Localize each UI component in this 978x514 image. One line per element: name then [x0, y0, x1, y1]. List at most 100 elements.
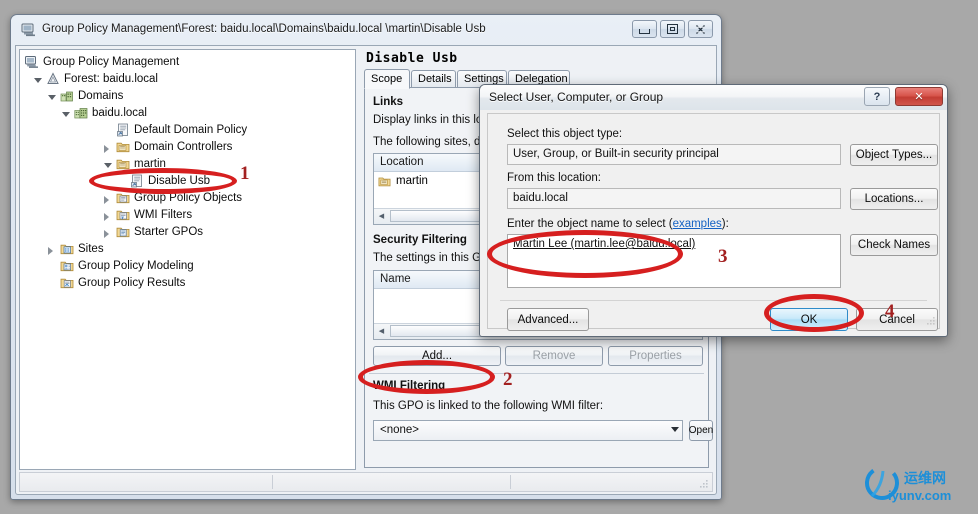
tree-item-label: Sites [78, 243, 104, 255]
wmi-filter-select[interactable]: <none> [373, 420, 683, 441]
tree-item-sites[interactable]: Sites [20, 241, 355, 258]
advanced-button[interactable]: Advanced... [507, 308, 589, 331]
tree-item-label: baidu.local [92, 107, 147, 119]
tree-item-label: Disable Usb [148, 175, 210, 187]
window-titlebar[interactable]: Group Policy Management\Forest: baidu.lo… [11, 15, 721, 44]
divider [500, 300, 927, 301]
status-segment [510, 475, 511, 489]
tree-item-label: Domains [78, 90, 124, 102]
dialog-title: Select User, Computer, or Group [489, 90, 664, 104]
tree-item-label: WMI Filters [134, 209, 193, 221]
tree-item-label: Group Policy Management [43, 56, 180, 68]
chevron-down-icon[interactable] [671, 427, 679, 432]
chevron-down-icon[interactable] [48, 95, 56, 100]
chevron-right-icon[interactable] [104, 213, 109, 221]
scroll-left-icon[interactable]: ◀ [374, 209, 389, 223]
watermark: 运维网 iyunv.com [862, 466, 970, 506]
tree-item-group-policy-management[interactable]: Group Policy Management [20, 54, 355, 71]
domains-icon [60, 89, 74, 103]
wmi-filtering-heading: WMI Filtering [373, 380, 446, 392]
tree-item-group-policy-results[interactable]: Group Policy Results [20, 275, 355, 292]
chevron-right-icon[interactable] [48, 247, 53, 255]
console-tree: Group Policy Management Forest: baidu.lo… [20, 50, 355, 292]
tree-item-group-policy-objects[interactable]: Group Policy Objects [20, 190, 355, 207]
ou-icon [116, 140, 130, 154]
check-names-button[interactable]: Check Names [850, 234, 938, 256]
object-types-button[interactable]: Object Types... [850, 144, 938, 166]
add-button[interactable]: Add... [373, 346, 501, 366]
close-icon[interactable]: ✕ [895, 87, 943, 106]
minimize-icon[interactable] [632, 20, 657, 38]
chevron-right-icon[interactable] [104, 230, 109, 238]
properties-button: Properties [608, 346, 703, 366]
ok-button[interactable]: OK [770, 308, 848, 331]
console-tree-pane[interactable]: Group Policy Management Forest: baidu.lo… [19, 49, 356, 470]
ou-icon [378, 175, 391, 195]
divider [369, 373, 704, 374]
gpo-icon [116, 123, 130, 137]
dialog-titlebar[interactable]: Select User, Computer, or Group ? ✕ [480, 85, 947, 110]
tree-item-martin[interactable]: martin [20, 156, 355, 173]
location-field[interactable]: baidu.local [507, 188, 841, 209]
location-label: From this location: [507, 172, 601, 184]
resize-grip[interactable] [699, 479, 709, 489]
tree-item-label: Default Domain Policy [134, 124, 248, 136]
tree-item-starter-gpos[interactable]: Starter GPOs [20, 224, 355, 241]
object-type-field[interactable]: User, Group, or Built-in security princi… [507, 144, 841, 165]
chevron-down-icon[interactable] [34, 78, 42, 83]
examples-link[interactable]: examples [673, 218, 722, 230]
wmi-folder-icon [116, 208, 130, 222]
status-segment [272, 475, 273, 489]
starter-folder-icon [116, 225, 130, 239]
tree-item-wmi-filters[interactable]: WMI Filters [20, 207, 355, 224]
chevron-right-icon[interactable] [104, 196, 109, 204]
maximize-icon[interactable] [660, 20, 685, 38]
remove-button: Remove [505, 346, 603, 366]
tree-item-baidu-local[interactable]: baidu.local [20, 105, 355, 122]
chevron-down-icon[interactable] [104, 163, 112, 168]
object-name-textarea[interactable]: Martin Lee (martin.lee@baidu.local) [507, 234, 841, 288]
object-name-value: Martin Lee (martin.lee@baidu.local) [513, 238, 696, 250]
security-filtering-heading: Security Filtering [373, 234, 467, 246]
tree-item-label: Group Policy Results [78, 277, 186, 289]
wmi-open-button[interactable]: Open [689, 420, 713, 441]
svg-text:运维网: 运维网 [904, 470, 946, 487]
console-icon [21, 22, 36, 37]
tree-item-forest[interactable]: Forest: baidu.local [20, 71, 355, 88]
results-icon [60, 276, 74, 290]
tree-item-disable-usb[interactable]: Disable Usb [20, 173, 355, 190]
screenshot-root: Group Policy Management\Forest: baidu.lo… [0, 0, 978, 514]
chevron-right-icon[interactable] [104, 145, 109, 153]
resize-grip[interactable] [926, 316, 936, 326]
help-icon[interactable]: ? [864, 87, 890, 106]
locations-button[interactable]: Locations... [850, 188, 938, 210]
chevron-down-icon[interactable] [62, 112, 70, 117]
domain-icon [74, 106, 88, 120]
tree-item-label: Forest: baidu.local [64, 73, 158, 85]
wmi-filtering-description: This GPO is linked to the following WMI … [373, 400, 604, 412]
page-title: Disable Usb [366, 51, 458, 66]
object-type-label: Select this object type: [507, 128, 623, 140]
links-heading: Links [373, 96, 404, 108]
console-icon [25, 55, 39, 69]
forest-icon [46, 72, 60, 86]
tree-item-domain-controllers[interactable]: Domain Controllers [20, 139, 355, 156]
tab-scope[interactable]: Scope [364, 69, 410, 89]
dialog-body: Select this object type: User, Group, or… [487, 113, 940, 331]
close-icon[interactable] [688, 20, 713, 38]
tree-item-domains[interactable]: Domains [20, 88, 355, 105]
modeling-icon [60, 259, 74, 273]
tree-item-group-policy-modeling[interactable]: Group Policy Modeling [20, 258, 355, 275]
gpo-icon [130, 174, 144, 188]
tab-details[interactable]: Details [411, 70, 456, 88]
sites-icon [60, 242, 74, 256]
object-name-label-pre: Enter the object name to select ( [507, 218, 673, 230]
gpo-folder-icon [116, 191, 130, 205]
ou-icon [116, 157, 130, 171]
svg-text:iyunv.com: iyunv.com [888, 488, 951, 503]
tree-item-default-domain-policy[interactable]: Default Domain Policy [20, 122, 355, 139]
tree-item-label: Starter GPOs [134, 226, 204, 238]
tree-item-label: Group Policy Modeling [78, 260, 194, 272]
scroll-left-icon[interactable]: ◀ [374, 324, 389, 338]
list-item-label: martin [396, 175, 428, 187]
